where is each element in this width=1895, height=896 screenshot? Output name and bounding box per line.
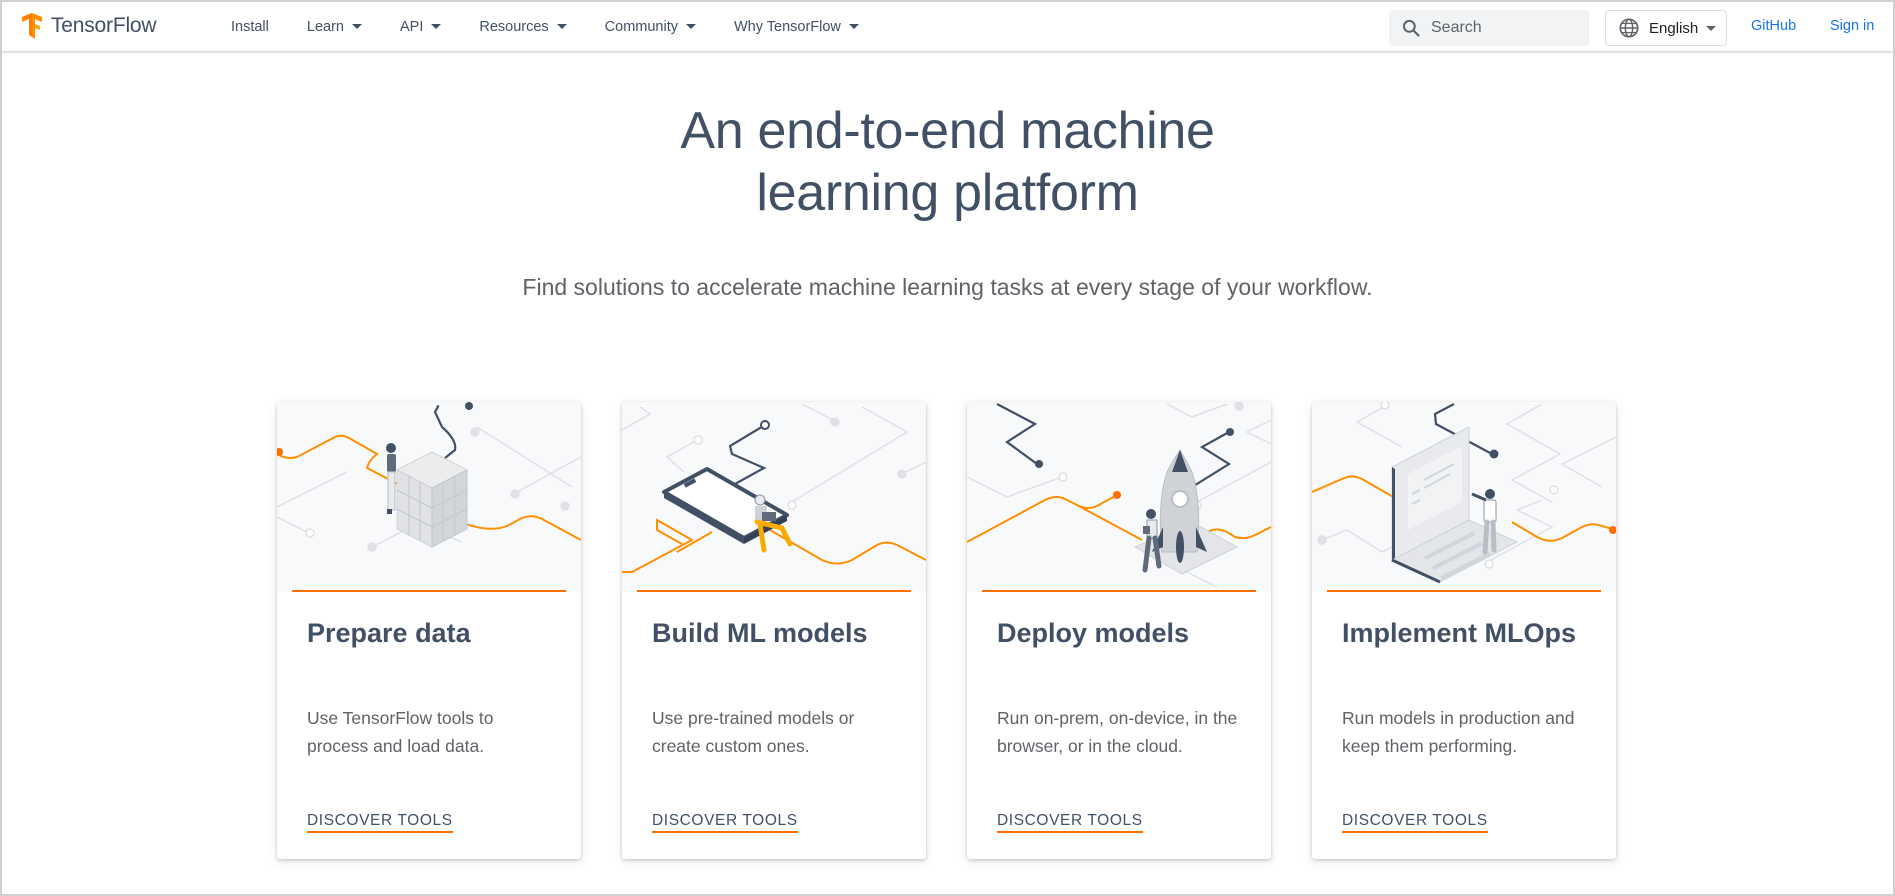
card-illustration — [277, 402, 581, 592]
nav-community[interactable]: Community — [605, 19, 696, 35]
nav-why-tensorflow[interactable]: Why TensorFlow — [734, 19, 859, 35]
card-build-ml-models[interactable]: Build ML models Use pre-trained models o… — [622, 402, 926, 859]
card-description: Run on-prem, on-device, in the browser, … — [997, 708, 1238, 756]
card-prepare-data[interactable]: Prepare data Use TensorFlow tools to pro… — [277, 402, 581, 859]
card-accent-rule — [1327, 590, 1601, 592]
caret-down-icon — [351, 24, 362, 29]
card-illustration — [1312, 402, 1616, 592]
caret-down-icon — [686, 24, 696, 29]
card-title: Prepare data — [307, 618, 471, 648]
brand-logo-link[interactable]: TensorFlow — [19, 13, 157, 39]
phone — [662, 467, 789, 544]
card-title: Implement MLOps — [1342, 618, 1577, 648]
person-with-data-cube-illustration — [277, 402, 581, 552]
caret-down-icon — [848, 24, 859, 29]
card-description: Use pre-trained models or create custom … — [652, 708, 855, 756]
laptop — [1390, 426, 1519, 584]
discover-tools-link[interactable]: DISCOVER TOOLS — [997, 812, 1143, 833]
language-label: English — [1649, 19, 1699, 37]
nav-why-tensorflow-label: Why TensorFlow — [734, 18, 841, 35]
brand-name: TensorFlow — [51, 14, 157, 37]
search-box[interactable] — [1389, 10, 1589, 46]
data-cube — [395, 451, 469, 548]
search-icon — [1402, 19, 1420, 37]
hero-subtitle: Find solutions to accelerate machine lea… — [522, 274, 1373, 300]
main-menu: Install Learn API Resources Community Wh… — [231, 2, 897, 51]
discover-tools-link[interactable]: DISCOVER TOOLS — [307, 812, 453, 833]
sign-in-link[interactable]: Sign in — [1830, 18, 1874, 34]
card-title: Build ML models — [652, 618, 868, 648]
nav-learn[interactable]: Learn — [307, 19, 362, 35]
caret-down-icon — [431, 24, 442, 29]
tensorflow-logo-icon — [22, 13, 42, 39]
caret-down-icon — [556, 24, 567, 29]
card-implement-mlops[interactable]: Implement MLOps Run models in production… — [1312, 402, 1616, 859]
card-deploy-models[interactable]: Deploy models Run on-prem, on-device, in… — [967, 402, 1271, 859]
card-accent-rule — [292, 590, 566, 592]
language-selector[interactable]: English — [1605, 10, 1727, 46]
card-title: Deploy models — [997, 618, 1190, 648]
nav-community-label: Community — [604, 18, 678, 35]
card-accent-rule — [982, 590, 1256, 592]
person-with-rocket-illustration — [967, 402, 1271, 588]
nav-resources[interactable]: Resources — [479, 18, 567, 35]
person-figure — [1142, 509, 1162, 573]
card-accent-rule — [637, 590, 911, 592]
caret-down-icon — [1706, 25, 1717, 31]
search-input[interactable] — [1431, 19, 1581, 37]
card-illustration — [967, 402, 1271, 592]
card-description: Use TensorFlow tools to process and load… — [307, 708, 494, 756]
person-on-phone-illustration — [622, 403, 926, 573]
hero-title: An end-to-end machine learning platform — [0, 100, 1895, 224]
top-nav: TensorFlow Install Learn API Resources C… — [2, 2, 1893, 51]
nav-learn-label: Learn — [306, 18, 344, 35]
nav-api[interactable]: API — [399, 18, 442, 35]
person-at-laptop-illustration — [1312, 402, 1616, 584]
nav-resources-label: Resources — [479, 18, 549, 35]
github-link[interactable]: GitHub — [1751, 18, 1796, 34]
nav-install-label: Install — [231, 18, 269, 35]
hero-title-line-1: An end-to-end machine — [680, 102, 1215, 160]
discover-tools-link[interactable]: DISCOVER TOOLS — [652, 812, 798, 833]
card-description: Run models in production and keep them p… — [1342, 708, 1575, 756]
globe-icon — [1619, 18, 1639, 38]
card-illustration — [622, 402, 926, 592]
hero-title-line-2: learning platform — [756, 164, 1139, 222]
discover-tools-link[interactable]: DISCOVER TOOLS — [1342, 812, 1488, 833]
nav-install[interactable]: Install — [231, 19, 269, 35]
nav-api-label: API — [399, 18, 424, 35]
person-figure — [386, 443, 396, 514]
